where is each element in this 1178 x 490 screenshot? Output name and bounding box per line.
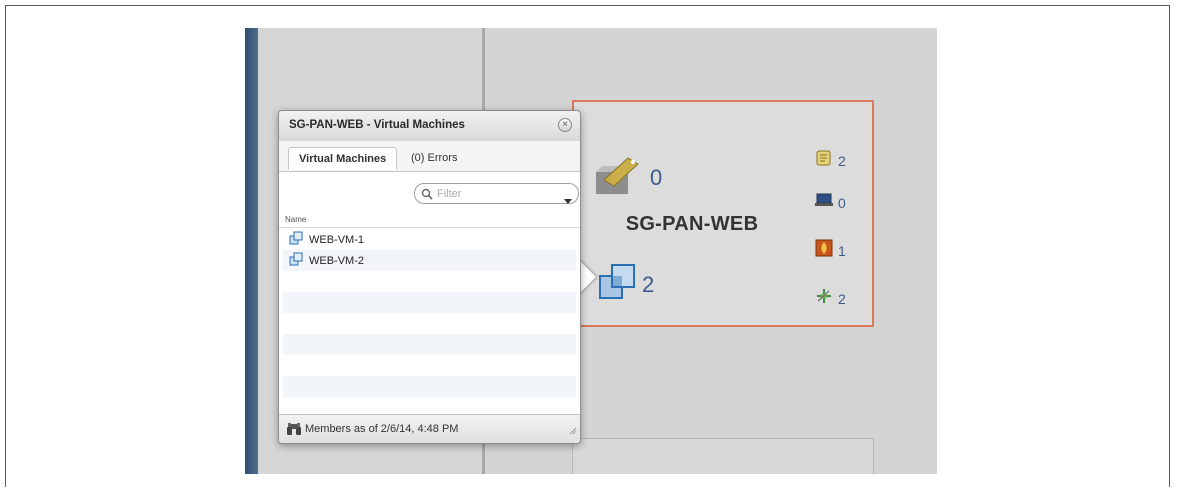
left-nav-strip (245, 28, 258, 474)
vm-icon (289, 252, 303, 269)
hosts-metric[interactable]: 0 (814, 192, 846, 213)
network-metric[interactable]: 2 (814, 286, 846, 311)
vm-icon (598, 262, 638, 307)
hosts-count: 0 (838, 194, 846, 211)
security-group-card[interactable]: 0 SG-PAN-WEB 2 2 0 1 2 (572, 100, 874, 327)
tab-virtual-machines[interactable]: Virtual Machines (288, 147, 398, 170)
vm-count: 2 (642, 271, 655, 297)
rules-metric[interactable]: 2 (814, 148, 846, 173)
popup-footer: Members as of 2/6/14, 4:48 PM (279, 414, 580, 443)
vm-list: WEB-VM-1 WEB-VM-2 (283, 229, 576, 413)
vm-name: WEB-VM-2 (309, 254, 364, 267)
empty-row (283, 292, 576, 313)
firewall-icon (814, 238, 834, 263)
empty-row (283, 313, 576, 334)
laptop-icon (814, 192, 834, 213)
firewall-metric[interactable]: 1 (814, 238, 846, 263)
empty-row (283, 397, 576, 413)
close-icon[interactable]: × (558, 118, 572, 132)
search-icon (421, 187, 433, 205)
resize-grip-icon[interactable] (569, 422, 577, 440)
vm-row[interactable]: WEB-VM-2 (283, 250, 576, 271)
empty-row (283, 271, 576, 292)
filter-field[interactable] (414, 183, 579, 204)
policy-metric[interactable]: 0 (594, 154, 662, 201)
vm-popup[interactable]: SG-PAN-WEB - Virtual Machines × Virtual … (278, 110, 581, 444)
network-count: 2 (838, 290, 846, 307)
vm-row[interactable]: WEB-VM-1 (283, 229, 576, 250)
dropdown-caret-icon[interactable] (564, 191, 572, 209)
empty-row (283, 334, 576, 355)
network-icon (814, 286, 834, 311)
empty-row (283, 376, 576, 397)
vm-metric[interactable]: 2 (598, 262, 654, 307)
rules-count: 2 (838, 152, 846, 169)
tab-errors[interactable]: (0) Errors (401, 147, 467, 170)
vm-icon (289, 231, 303, 248)
scroll-icon (814, 148, 834, 173)
popup-title: SG-PAN-WEB - Virtual Machines (289, 119, 465, 131)
next-group-card[interactable] (572, 438, 874, 474)
policy-count: 0 (650, 164, 663, 190)
vm-name: WEB-VM-1 (309, 233, 364, 246)
popup-tabs: Virtual Machines (0) Errors (279, 141, 580, 172)
popup-header[interactable]: SG-PAN-WEB - Virtual Machines × (279, 111, 580, 142)
firewall-count: 1 (838, 242, 846, 259)
filter-input[interactable] (437, 186, 555, 201)
policy-tag-icon (594, 154, 646, 201)
members-timestamp: Members as of 2/6/14, 4:48 PM (305, 423, 459, 435)
column-header-name[interactable]: Name (279, 212, 580, 228)
security-group-name: SG-PAN-WEB (625, 213, 759, 235)
empty-row (283, 355, 576, 376)
binoculars-icon (286, 422, 302, 441)
